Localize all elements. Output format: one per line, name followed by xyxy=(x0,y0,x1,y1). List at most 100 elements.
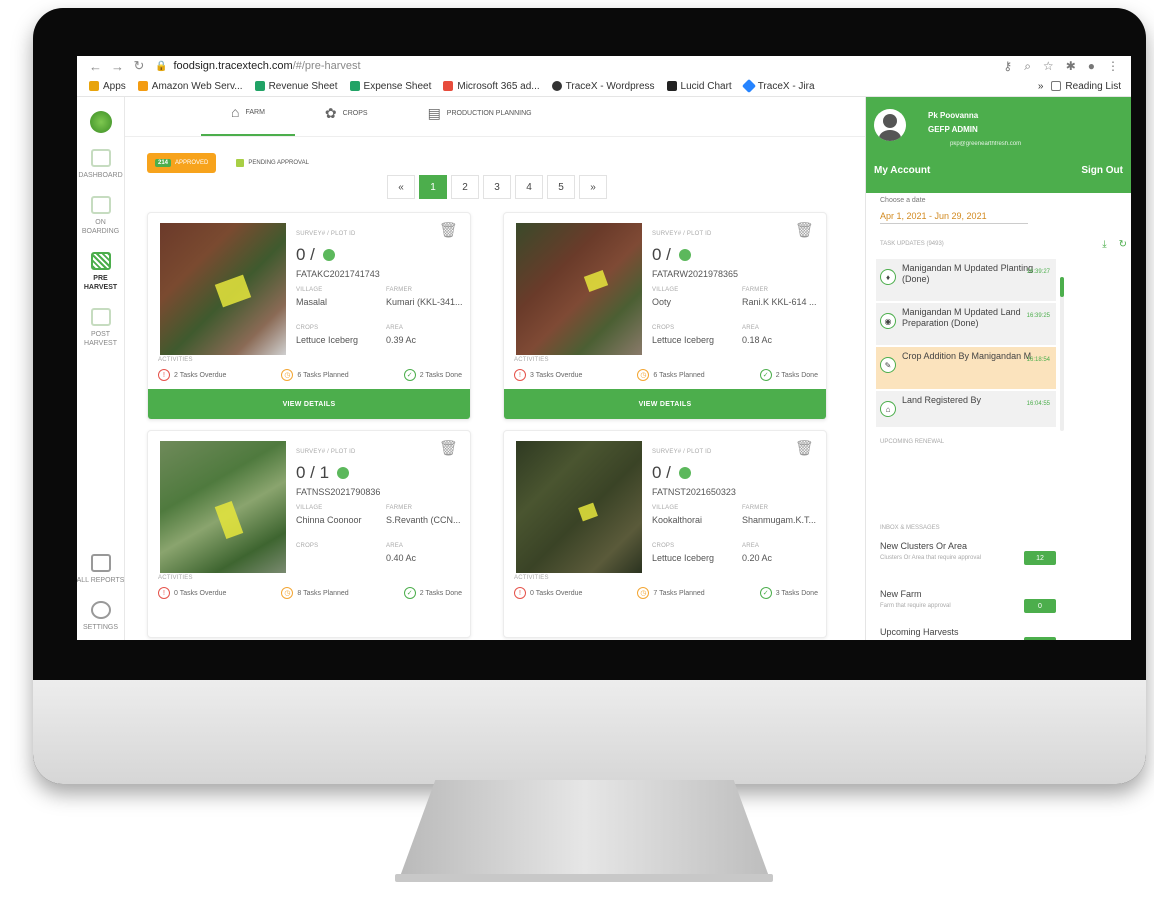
list-item[interactable]: ◉ Manigandan M Updated Land Preparation … xyxy=(876,303,1056,345)
profile-icon[interactable]: ● xyxy=(1088,59,1095,74)
bookmarks-bar: Apps Amazon Web Serv... Revenue Sheet Ex… xyxy=(77,76,1131,97)
page-button-2[interactable]: 2 xyxy=(451,175,479,199)
sidebar-item-all-reports[interactable]: ALL REPORTS xyxy=(77,554,125,585)
my-account-link[interactable]: My Account xyxy=(874,165,930,176)
view-details-button[interactable]: VIEW DETAILS xyxy=(148,389,470,419)
planned-tasks[interactable]: ◷ 8 Tasks Planned xyxy=(281,587,349,599)
overdue-tasks[interactable]: ! 3 Tasks Overdue xyxy=(514,369,582,381)
list-item[interactable]: ♦ Manigandan M Updated Planting (Done) 1… xyxy=(876,259,1056,301)
pending-approval-filter-button[interactable]: PENDING APPROVAL xyxy=(228,153,317,173)
done-tasks[interactable]: ✓ 2 Tasks Done xyxy=(759,369,818,381)
key-icon[interactable]: ⚷ xyxy=(1003,59,1012,74)
bookmark-tracex-jira[interactable]: TraceX - Jira xyxy=(741,78,815,94)
plot-id: 0 / xyxy=(652,463,691,483)
aws-icon xyxy=(137,81,148,91)
tab-production-planning[interactable]: ▤ PRODUCTION PLANNING xyxy=(398,105,562,136)
area-value: 0.40 Ac xyxy=(386,553,417,563)
check-circle-icon: ✓ xyxy=(403,369,416,381)
overdue-tasks[interactable]: ! 0 Tasks Overdue xyxy=(514,587,582,599)
app-logo[interactable] xyxy=(89,111,112,133)
page-button-3[interactable]: 3 xyxy=(483,175,511,199)
sidebar-item-post-harvest[interactable]: POST HARVEST xyxy=(77,308,125,348)
bookmark-expense-sheet[interactable]: Expense Sheet xyxy=(349,81,431,92)
bookmark-aws[interactable]: Amazon Web Serv... xyxy=(137,81,243,92)
village-value: Ooty xyxy=(652,297,672,307)
farm-code: FATNST2021650323 xyxy=(652,487,736,497)
plot-id: 0 / xyxy=(296,245,335,265)
village-value: Masalal xyxy=(296,297,328,307)
lucid-icon xyxy=(666,81,677,91)
bookmark-lucid-chart[interactable]: Lucid Chart xyxy=(666,81,732,92)
trash-icon[interactable]: 🗑 xyxy=(439,221,458,239)
page-button-5[interactable]: 5 xyxy=(547,175,575,199)
overdue-tasks[interactable]: ! 2 Tasks Overdue xyxy=(158,369,226,381)
task-list: ♦ Manigandan M Updated Planting (Done) 1… xyxy=(876,259,1056,427)
trash-icon[interactable]: 🗑 xyxy=(795,439,814,457)
page-button-1[interactable]: 1 xyxy=(419,175,447,199)
date-range-picker[interactable]: Apr 1, 2021 - Jun 29, 2021 xyxy=(880,211,1028,224)
task-scrollbar-thumb[interactable] xyxy=(1060,277,1064,297)
reload-icon[interactable]: ↻ xyxy=(133,58,145,74)
list-item[interactable]: ✎ Crop Addition By Manigandan M 16:18:54 xyxy=(876,347,1056,389)
forward-icon[interactable]: → xyxy=(111,59,124,74)
sidebar-item-pre-harvest[interactable]: PRE HARVEST xyxy=(77,252,125,292)
zoom-icon[interactable]: ⌕ xyxy=(1024,59,1031,74)
clock-icon: ◷ xyxy=(637,587,650,599)
sidebar-item-onboarding[interactable]: ON BOARDING xyxy=(77,196,125,236)
back-icon[interactable]: ← xyxy=(89,59,102,74)
sidebar-item-dashboard[interactable]: DASHBOARD xyxy=(77,149,125,180)
extension-icon[interactable]: ✱ xyxy=(1066,59,1076,74)
inbox-item-new-clusters[interactable]: New Clusters Or Area Clusters Or Area th… xyxy=(880,541,1056,565)
approved-filter-button[interactable]: 214 APPROVED xyxy=(147,153,217,173)
done-tasks[interactable]: ✓ 2 Tasks Done xyxy=(403,587,462,599)
done-tasks[interactable]: ✓ 3 Tasks Done xyxy=(759,587,818,599)
bookmark-tracex-wordpress[interactable]: TraceX - Wordpress xyxy=(551,81,655,92)
refresh-icon[interactable]: ↻ xyxy=(1119,239,1127,250)
farmer-value: Kumari (KKL-341... xyxy=(386,297,463,307)
menu-icon[interactable]: ⋮ xyxy=(1107,59,1119,74)
pagination: « 1 2 3 4 5 » xyxy=(387,175,607,199)
tab-farm[interactable]: ⌂ FARM xyxy=(201,104,295,136)
date-label: Choose a date xyxy=(880,197,926,204)
page-prev-button[interactable]: « xyxy=(387,175,415,199)
inbox-item-upcoming-harvests[interactable]: Upcoming Harvests xyxy=(880,627,1056,640)
star-icon[interactable]: ☆ xyxy=(1043,59,1054,74)
bookmark-microsoft-365[interactable]: Microsoft 365 ad... xyxy=(443,81,540,92)
satellite-map-image[interactable] xyxy=(160,441,286,573)
page-next-button[interactable]: » xyxy=(579,175,607,199)
view-details-button[interactable]: VIEW DETAILS xyxy=(504,389,826,419)
sign-out-link[interactable]: Sign Out xyxy=(1081,165,1123,176)
avatar[interactable] xyxy=(874,109,906,141)
bookmark-revenue-sheet[interactable]: Revenue Sheet xyxy=(254,81,338,92)
tab-crops[interactable]: ✿ CROPS xyxy=(295,105,398,136)
crops-icon: ✿ xyxy=(324,105,337,121)
register-icon: ⌂ xyxy=(880,401,896,417)
alert-icon: ! xyxy=(514,369,526,381)
trash-icon[interactable]: 🗑 xyxy=(439,439,458,457)
trash-icon[interactable]: 🗑 xyxy=(795,221,814,239)
list-item[interactable]: ⌂ Land Registered By 16:04:55 xyxy=(876,391,1056,427)
sidebar-item-settings[interactable]: SETTINGS xyxy=(77,601,125,632)
planned-tasks[interactable]: ◷ 6 Tasks Planned xyxy=(281,369,349,381)
page-button-4[interactable]: 4 xyxy=(515,175,543,199)
satellite-map-image[interactable] xyxy=(160,223,286,355)
satellite-map-image[interactable] xyxy=(516,223,642,355)
done-tasks[interactable]: ✓ 2 Tasks Done xyxy=(403,369,462,381)
bookmark-apps[interactable]: Apps xyxy=(89,81,126,92)
more-bookmarks-icon[interactable]: » xyxy=(1038,81,1044,92)
crops-value: Lettuce Iceberg xyxy=(652,553,715,563)
download-icon[interactable]: ⤓ xyxy=(1102,239,1106,250)
url-field[interactable]: 🔒 foodsign.tracextech.com/#/pre-harvest xyxy=(155,60,993,72)
check-icon xyxy=(322,249,335,261)
inbox-header: INBOX & MESSAGES xyxy=(880,525,940,531)
crops-value: Lettuce Iceberg xyxy=(296,335,359,345)
overdue-tasks[interactable]: ! 0 Tasks Overdue xyxy=(158,587,226,599)
planned-tasks[interactable]: ◷ 6 Tasks Planned xyxy=(637,369,705,381)
satellite-map-image[interactable] xyxy=(516,441,642,573)
task-scrollbar[interactable] xyxy=(1060,277,1064,431)
reading-list[interactable]: Reading List xyxy=(1051,81,1121,92)
inbox-item-new-farm[interactable]: New Farm Farm that require approval 0 xyxy=(880,589,1056,613)
planned-tasks[interactable]: ◷ 7 Tasks Planned xyxy=(637,587,705,599)
farmer-value: Rani.K KKL-614 ... xyxy=(742,297,817,307)
activities-row: ! 3 Tasks Overdue ◷ 6 Tasks Planned ✓ 2 Tas… xyxy=(514,369,818,381)
